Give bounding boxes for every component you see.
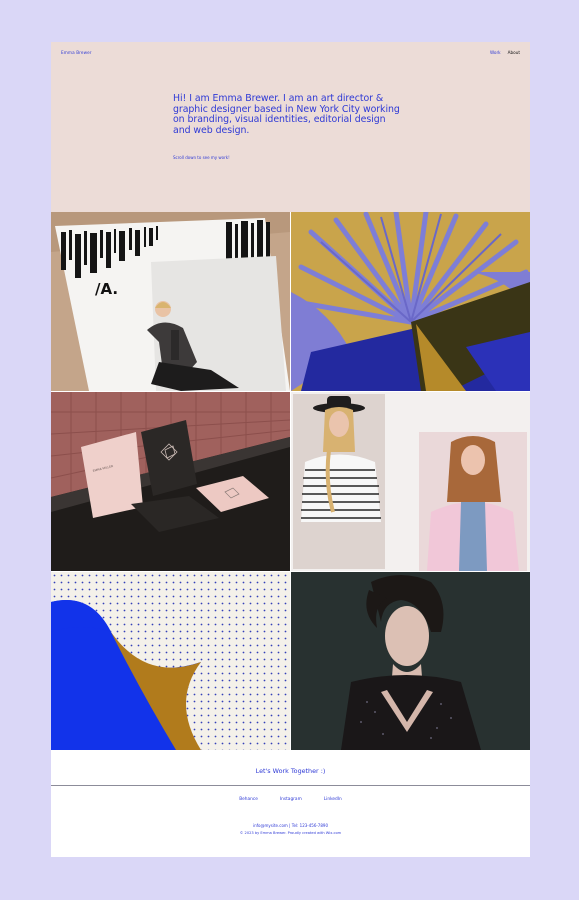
- website-page: Emma Brewer Work About Hi! I am Emma Bre…: [51, 42, 530, 857]
- nav-work-link[interactable]: Work: [490, 50, 501, 55]
- stationery-mockup-icon: EMMA MILLER: [51, 392, 290, 571]
- behance-link[interactable]: Behance: [239, 797, 258, 802]
- instagram-link[interactable]: Instagram: [280, 797, 302, 802]
- footer: Let's Work Together :) Behance Instagram…: [51, 750, 530, 857]
- contact-info[interactable]: info@mysite.com | Tel: 123-456-7890: [51, 823, 530, 828]
- footer-divider: [51, 785, 530, 786]
- portfolio-grid: /A. EMMA MILLER: [51, 212, 530, 750]
- fashion-photos-icon: [291, 392, 530, 571]
- palm-leaf-art-icon: [291, 212, 530, 391]
- svg-text:/A.: /A.: [95, 280, 118, 298]
- linkedin-link[interactable]: LinkedIn: [324, 797, 342, 802]
- hero-section: Emma Brewer Work About Hi! I am Emma Bre…: [51, 42, 530, 212]
- magazine-photo-icon: /A.: [51, 212, 290, 391]
- social-links: Behance Instagram LinkedIn: [51, 797, 530, 802]
- portfolio-tile-illustration[interactable]: [291, 212, 530, 391]
- portfolio-tile-paper[interactable]: [51, 572, 290, 750]
- copyright-text: © 2023 by Emma Brewer. Proudly created w…: [239, 831, 342, 835]
- main-nav: Work About: [490, 50, 520, 55]
- nav-about-link[interactable]: About: [508, 50, 520, 55]
- portfolio-tile-branding[interactable]: /A.: [51, 212, 290, 391]
- cta-heading: Let's Work Together :): [255, 767, 326, 775]
- portfolio-tile-fashion[interactable]: [291, 392, 530, 571]
- site-brand[interactable]: Emma Brewer: [61, 50, 92, 55]
- portrait-photo-icon: [291, 572, 530, 750]
- portfolio-tile-stationery[interactable]: EMMA MILLER: [51, 392, 290, 571]
- intro-text: Hi! I am Emma Brewer. I am an art direct…: [173, 93, 400, 136]
- scroll-note[interactable]: Scroll down to see my work!: [173, 155, 230, 160]
- portfolio-tile-portrait[interactable]: [291, 572, 530, 750]
- paper-curl-icon: [51, 572, 290, 750]
